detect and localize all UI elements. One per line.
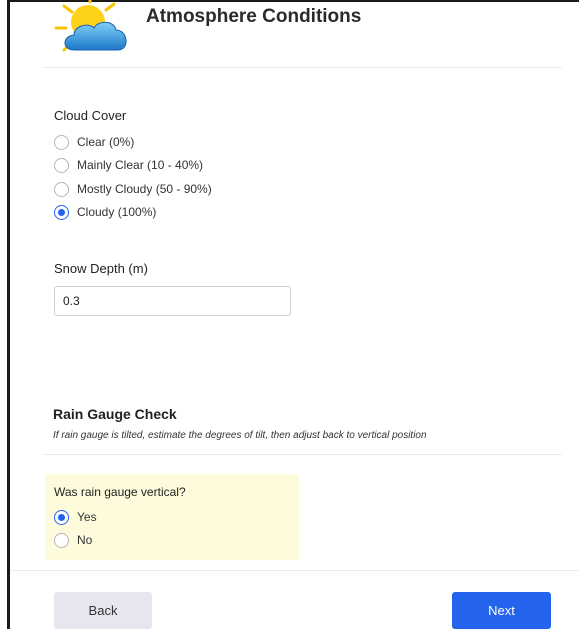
- radio-button[interactable]: [54, 134, 69, 150]
- option-label: Mainly Clear (10 - 40%): [77, 158, 204, 172]
- option-label: Yes: [77, 510, 97, 524]
- snow-depth-label: Snow Depth (m): [54, 261, 148, 276]
- option-label: Cloudy (100%): [77, 205, 157, 219]
- rain-gauge-option-yes[interactable]: Yes: [54, 508, 97, 526]
- radio-button[interactable]: [54, 157, 69, 173]
- page-header: Atmosphere Conditions: [42, 0, 562, 68]
- option-label: Mostly Cloudy (50 - 90%): [77, 182, 212, 196]
- cloud-cover-option-mainly-clear[interactable]: Mainly Clear (10 - 40%): [54, 156, 203, 174]
- cloud-cover-option-clear[interactable]: Clear (0%): [54, 133, 134, 151]
- footer-divider: [10, 570, 579, 571]
- form-page: Atmosphere Conditions Cloud Cover Clear …: [0, 0, 579, 629]
- option-label: Clear (0%): [77, 135, 135, 149]
- radio-button-selected[interactable]: [54, 204, 69, 220]
- radio-button[interactable]: [54, 532, 69, 548]
- section-divider: [42, 454, 562, 455]
- rain-gauge-heading: Rain Gauge Check: [53, 406, 177, 422]
- back-button[interactable]: Back: [54, 592, 152, 629]
- partly-cloudy-icon: [54, 0, 127, 52]
- rain-gauge-question: Was rain gauge vertical?: [54, 485, 186, 499]
- radio-button-selected[interactable]: [54, 509, 69, 525]
- rain-gauge-option-no[interactable]: No: [54, 531, 92, 549]
- rain-gauge-helper-text: If rain gauge is tilted, estimate the de…: [53, 430, 427, 441]
- next-button[interactable]: Next: [452, 592, 551, 629]
- radio-button[interactable]: [54, 181, 69, 197]
- cloud-cover-option-mostly-cloudy[interactable]: Mostly Cloudy (50 - 90%): [54, 180, 212, 198]
- option-label: No: [77, 533, 93, 547]
- snow-depth-input[interactable]: [54, 286, 291, 316]
- frame-left-border: [7, 0, 10, 629]
- page-title: Atmosphere Conditions: [146, 6, 362, 27]
- cloud-cover-option-cloudy[interactable]: Cloudy (100%): [54, 203, 156, 221]
- cloud-cover-label: Cloud Cover: [54, 108, 127, 123]
